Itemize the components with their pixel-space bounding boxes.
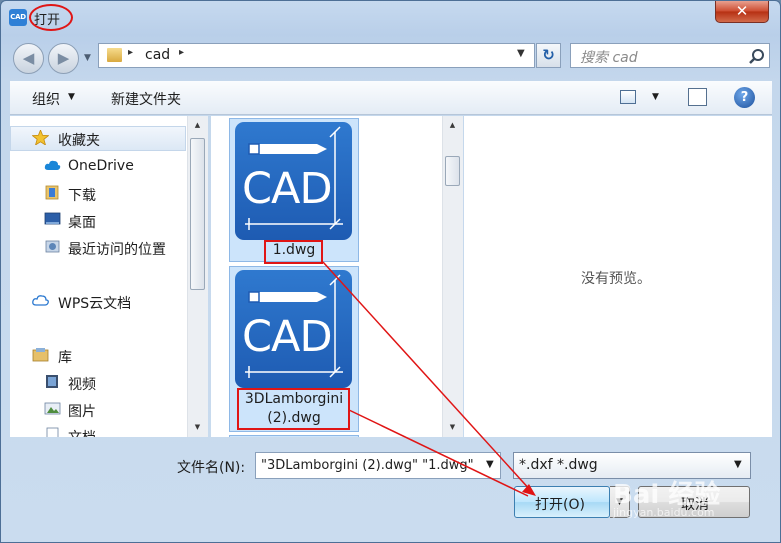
filename-label: 文件名(N):	[177, 460, 246, 476]
documents-icon	[46, 427, 59, 437]
chevron-down-icon[interactable]: ▼	[486, 459, 494, 470]
view-options-icon[interactable]	[620, 90, 636, 104]
back-button[interactable]: ◀	[13, 43, 44, 74]
scroll-down-icon[interactable]: ▼	[444, 419, 461, 436]
sidebar-scrollbar[interactable]: ▲ ▼	[187, 116, 208, 437]
refresh-button[interactable]: ↻	[536, 43, 561, 68]
scroll-up-icon[interactable]: ▲	[189, 117, 206, 134]
close-button[interactable]: ✕	[715, 1, 769, 23]
scrollbar-thumb[interactable]	[190, 138, 205, 290]
sidebar-item-libraries[interactable]: 库	[58, 347, 72, 367]
videos-icon	[46, 375, 58, 388]
title-bar: CAD 打开 ✕	[1, 1, 780, 35]
help-icon[interactable]: ?	[734, 87, 755, 108]
file-list: CAD 1.dwg CAD 3DLamborgini (2).dwg ▲ ▼	[211, 116, 463, 437]
preview-pane-icon[interactable]	[688, 88, 707, 106]
search-placeholder: 搜索 cad	[580, 50, 638, 66]
desktop-icon	[44, 212, 61, 225]
cloud-icon	[44, 160, 61, 170]
chevron-down-icon[interactable]: ▼	[734, 459, 742, 470]
cad-app-icon: CAD	[9, 9, 27, 26]
organize-button[interactable]: 组织	[32, 89, 60, 109]
cad-icon-label: CAD	[242, 164, 333, 214]
title-annotation-circle	[29, 4, 73, 31]
sidebar-item-desktop[interactable]: 桌面	[68, 212, 96, 232]
breadcrumb-separator-icon[interactable]: ▸	[128, 47, 133, 58]
address-dropdown-icon[interactable]: ▼	[517, 48, 525, 59]
search-icon[interactable]	[748, 48, 766, 66]
navigation-pane: 收藏夹 OneDrive 下载 桌面 最近访问的位置 WPS云文档 库 视频 图…	[10, 116, 208, 437]
sidebar-item-onedrive[interactable]: OneDrive	[68, 158, 134, 174]
sidebar-item-pictures[interactable]: 图片	[68, 401, 96, 421]
file-item-partial[interactable]	[229, 435, 359, 437]
sidebar-item-documents[interactable]: 文档	[68, 427, 96, 437]
recent-places-icon	[45, 240, 60, 253]
filename-annotation-box	[237, 388, 350, 430]
wps-cloud-icon	[32, 295, 49, 306]
library-icon	[32, 348, 49, 362]
new-folder-button[interactable]: 新建文件夹	[111, 89, 181, 109]
chevron-down-icon[interactable]: ▼	[652, 92, 659, 102]
cad-file-icon: CAD	[235, 122, 352, 240]
watermark-url: jingyan.baidu.com	[613, 506, 715, 519]
breadcrumb-separator-icon[interactable]: ▸	[179, 47, 184, 58]
pictures-icon	[44, 402, 61, 415]
sidebar-item-recent[interactable]: 最近访问的位置	[68, 239, 166, 259]
sidebar-item-videos[interactable]: 视频	[68, 374, 96, 394]
history-dropdown-icon[interactable]: ▼	[84, 53, 91, 63]
filename-field[interactable]: "3DLamborgini (2).dwg" "1.dwg" ▼	[255, 452, 501, 479]
open-button-label: 打开(O)	[535, 497, 585, 513]
file-list-scrollbar[interactable]: ▲ ▼	[442, 116, 463, 437]
sidebar-item-label[interactable]: 收藏夹	[58, 130, 100, 150]
chevron-down-icon[interactable]: ▼	[68, 92, 75, 102]
open-file-dialog: CAD 打开 ✕ ◀ ▶ ▼ ▸ cad ▸ ▼ ↻ 搜索 cad 组织 ▼ 新…	[0, 0, 781, 543]
downloads-folder-icon	[45, 185, 59, 200]
command-toolbar: 组织 ▼ 新建文件夹 ▼ ?	[10, 81, 772, 115]
no-preview-text: 没有预览。	[581, 271, 651, 287]
scrollbar-thumb[interactable]	[445, 156, 460, 186]
scroll-up-icon[interactable]: ▲	[444, 117, 461, 134]
filename-annotation-box	[264, 240, 323, 264]
sidebar-item-downloads[interactable]: 下载	[68, 185, 96, 205]
scroll-down-icon[interactable]: ▼	[189, 419, 206, 436]
breadcrumb-cad[interactable]: cad	[145, 47, 170, 63]
cad-file-icon: CAD	[235, 270, 352, 388]
folder-icon	[107, 48, 122, 62]
open-button[interactable]: 打开(O)	[514, 486, 610, 518]
star-icon	[32, 130, 49, 145]
sidebar-item-wps-cloud[interactable]: WPS云文档	[58, 293, 131, 313]
filetype-value: *.dxf *.dwg	[519, 457, 598, 473]
preview-pane: 没有预览。	[464, 116, 772, 437]
search-input[interactable]: 搜索 cad	[570, 43, 770, 68]
cad-icon-label: CAD	[242, 312, 333, 362]
filename-value[interactable]: "3DLamborgini (2).dwg" "1.dwg"	[261, 458, 483, 473]
address-bar[interactable]: ▸ cad ▸ ▼	[98, 43, 535, 68]
forward-button[interactable]: ▶	[48, 43, 79, 74]
